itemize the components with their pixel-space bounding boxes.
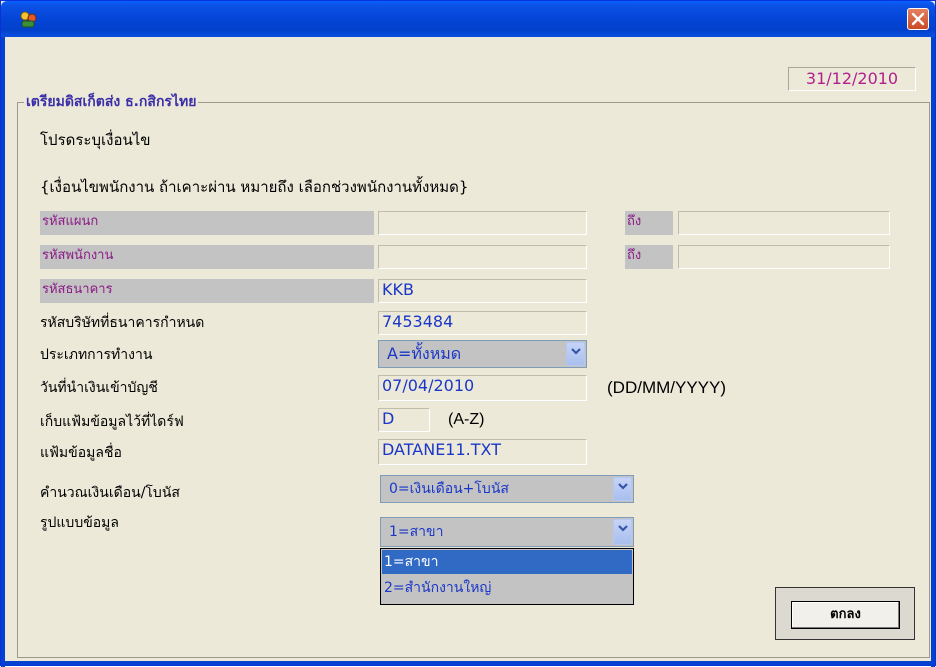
employee-label: รหัสพนักงาน [40, 245, 374, 269]
condition-note: {เงื่อนไขพนักงาน ถ้าเคาะผ่าน หมายถึง เลื… [40, 178, 469, 196]
work-type-dropdown-button[interactable] [566, 342, 585, 366]
dialog-window: 31/12/2010 เตรียมดิสเก็ตส่ง ธ.กสิกรไทย โ… [0, 0, 936, 667]
work-type-label: ประเภทการทำงาน [40, 347, 153, 363]
calc-select[interactable]: 0=เงินเดือน+โบนัส [380, 475, 634, 503]
chevron-down-icon [618, 483, 628, 490]
close-button[interactable] [907, 8, 929, 30]
group-title: เตรียมดิสเก็ตส่ง ธ.กสิกรไทย [24, 91, 199, 113]
employee-from-input[interactable] [378, 245, 587, 269]
current-date: 31/12/2010 [788, 67, 916, 91]
data-format-value: 1=สาขา [389, 524, 444, 540]
prompt-text: โปรดระบุเงื่อนไข [40, 131, 151, 149]
drive-input[interactable]: D [378, 408, 430, 432]
data-format-option-1[interactable]: 1=สาขา [382, 550, 632, 574]
frame-right [931, 37, 935, 667]
deposit-date-label: วันที่นำเงินเข้าบัญชี [40, 380, 158, 396]
bank-code-input[interactable]: KKB [378, 279, 587, 303]
deposit-date-input[interactable]: 07/04/2010 [378, 375, 587, 401]
calc-label: คำนวณเงินเดือน/โบนัส [40, 485, 180, 501]
calc-dropdown-button[interactable] [613, 477, 632, 501]
drive-label: เก็บแฟ้มข้อมูลไว้ที่ไดร์ฟ [40, 414, 184, 430]
data-format-dropdown-button[interactable] [613, 519, 632, 545]
department-to-input[interactable] [678, 211, 890, 235]
frame-bottom [1, 661, 935, 665]
deposit-date-format: (DD/MM/YYYY) [607, 378, 726, 397]
chevron-down-icon [571, 348, 581, 355]
title-bar[interactable] [1, 1, 935, 37]
ok-button[interactable]: ตกลง [791, 601, 900, 629]
data-format-options-list: 1=สาขา 2=สำนักงานใหญ่ [380, 548, 634, 605]
calc-value: 0=เงินเดือน+โบนัส [389, 481, 509, 497]
frame-left [1, 37, 5, 667]
chevron-down-icon [618, 525, 628, 532]
file-name-input[interactable]: DATANE11.TXT [378, 439, 587, 465]
company-code-input[interactable]: 7453484 [378, 311, 587, 335]
data-format-select[interactable]: 1=สาขา [380, 517, 634, 547]
close-icon [911, 12, 925, 26]
data-format-option-2[interactable]: 2=สำนักงานใหญ่ [382, 576, 632, 600]
data-format-label: รูปแบบข้อมูล [40, 515, 119, 531]
employee-to-input[interactable] [678, 245, 890, 269]
work-type-select[interactable]: A=ทั้งหมด [378, 340, 587, 368]
file-name-label: แฟ้มข้อมูลชื่อ [40, 445, 122, 461]
bank-code-label: รหัสธนาคาร [40, 279, 374, 303]
company-code-label: รหัสบริษัทที่ธนาคารกำหนด [40, 315, 205, 331]
department-label: รหัสแผนก [40, 211, 374, 235]
employee-to-label: ถึง [625, 245, 673, 269]
app-icon [19, 10, 38, 29]
work-type-value: A=ทั้งหมด [387, 344, 462, 363]
department-from-input[interactable] [378, 211, 587, 235]
department-to-label: ถึง [625, 211, 673, 235]
drive-hint: (A-Z) [448, 411, 485, 428]
